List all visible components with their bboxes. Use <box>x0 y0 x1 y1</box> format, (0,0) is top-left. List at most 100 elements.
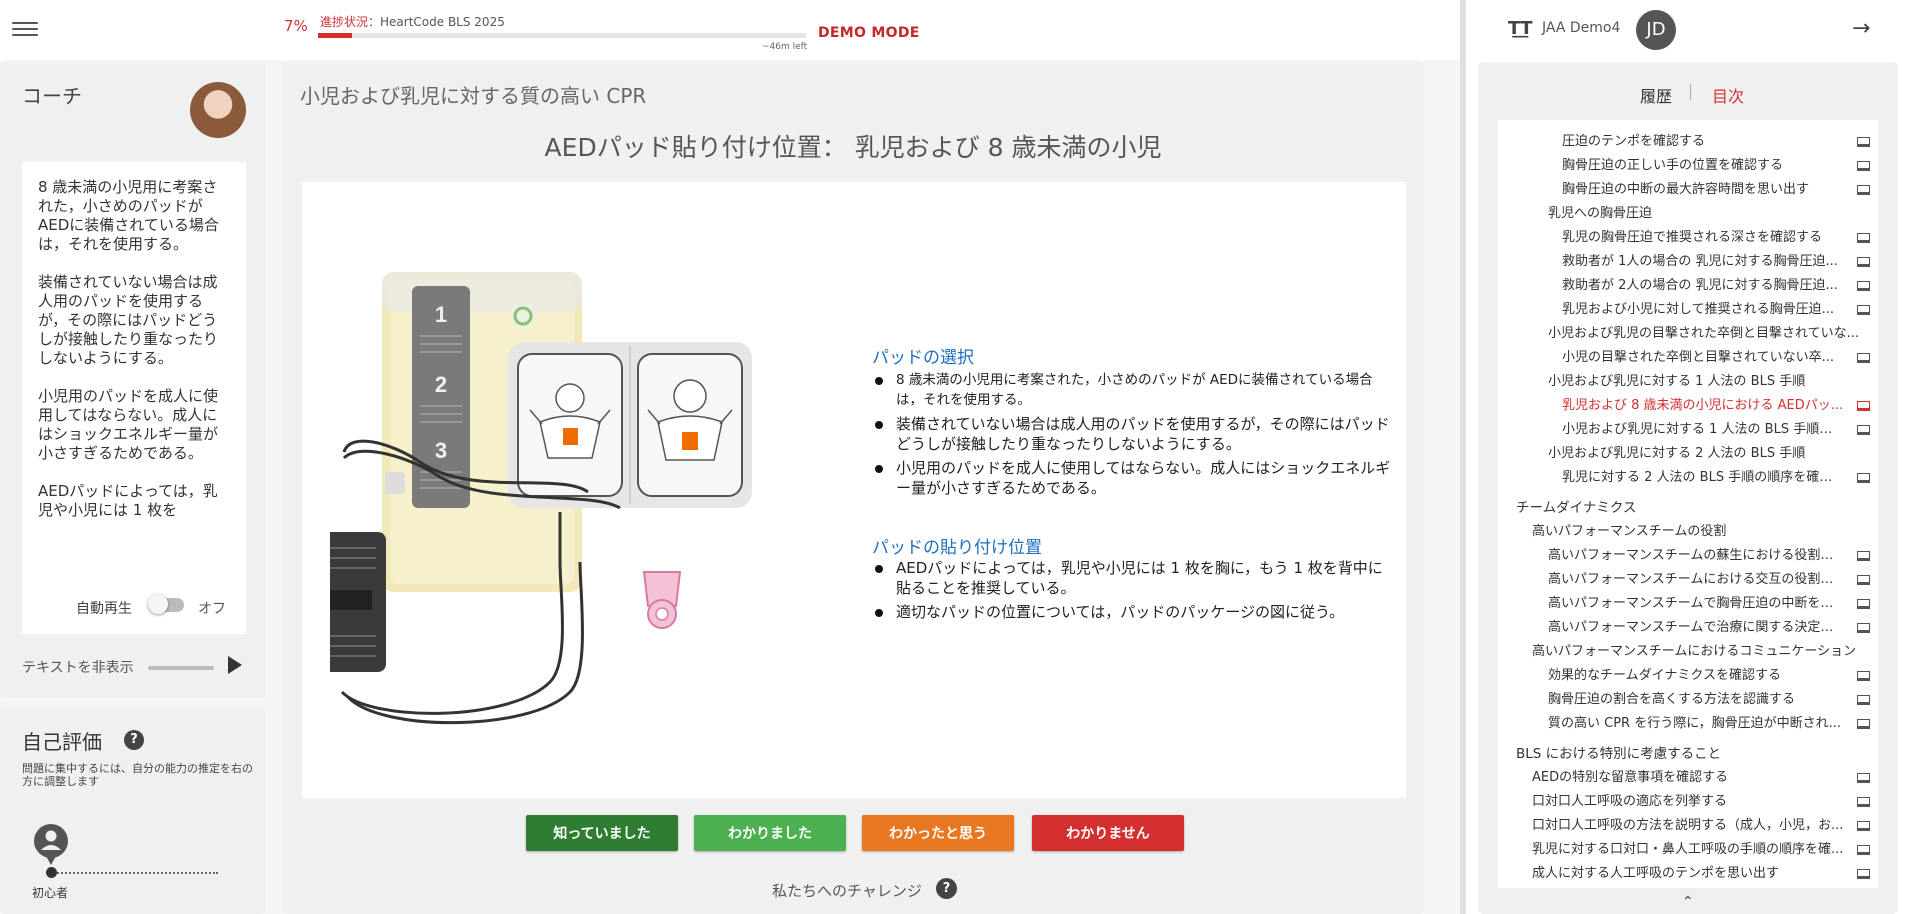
toc-item[interactable]: 圧迫のテンポを確認する <box>1562 130 1844 154</box>
toc-item[interactable]: チームダイナミクス <box>1516 496 1868 520</box>
toc-item-label: 高いパフォーマンスチームにおけるコミュニケーション <box>1532 644 1857 659</box>
toc-item[interactable]: 小児および乳児に対する 1 人法の BLS 手順 <box>1548 370 1868 394</box>
bullet-item: 適切なパッドの位置については，パッドのパッケージの図に従う。 <box>874 602 1394 622</box>
toc-item[interactable]: 口対口人工呼吸の適応を列挙する <box>1532 790 1844 814</box>
help-icon[interactable]: ? <box>124 730 144 750</box>
toc-item[interactable]: 乳児の胸骨圧迫で推奨される深さを確認する <box>1562 226 1844 250</box>
toc-item-label: 口対口人工呼吸の方法を説明する（成人，小児，お... <box>1532 818 1844 833</box>
toc-item[interactable]: 高いパフォーマンスチームで治療に関する決定を... <box>1548 616 1844 640</box>
hamburger-menu-icon[interactable] <box>12 18 38 40</box>
bullet-item: 小児用のパッドを成人に使用してはならない。成人にはショックエネルギー量が小さすぎ… <box>874 458 1394 498</box>
laptop-icon <box>1857 695 1870 705</box>
bullet-item: 8 歳未満の小児用に考案された，小さめのパッドが AEDに装備されている場合は，… <box>874 370 1394 410</box>
laptop-icon <box>1857 821 1870 831</box>
step-number: 1 <box>435 302 447 327</box>
got-it-button[interactable]: わかりました <box>694 815 846 851</box>
toc-item[interactable]: 高いパフォーマンスチームで胸骨圧迫の中断を記... <box>1548 592 1844 616</box>
toc-item-label: チームダイナミクス <box>1516 500 1637 516</box>
progress-course-name: ：HeartCode BLS 2025 <box>368 15 505 29</box>
toc-item-label: 救助者が 2人の場合の 乳児に対する胸骨圧迫... <box>1562 278 1838 293</box>
toc-item-label: 乳児への胸骨圧迫 <box>1548 206 1653 221</box>
toc-item[interactable]: 小児および乳児に対する 1 人法の BLS 手順に... <box>1562 418 1844 442</box>
progress-bar-fill <box>318 33 353 38</box>
user-avatar[interactable]: JD <box>1636 10 1676 50</box>
bullet-item: 装備されていない場合は成人用のパッドを使用するが，その際にはパッドどうしが接触し… <box>874 414 1394 454</box>
scroll-up-icon[interactable]: ⌃ <box>1682 894 1694 910</box>
challenge-link[interactable]: 私たちへのチャレンジ <box>772 880 922 901</box>
tab-history[interactable]: 履歴 <box>1640 83 1672 107</box>
font-size-icon[interactable]: T͟T <box>1508 18 1533 39</box>
skill-level-slider-thumb[interactable] <box>46 867 57 878</box>
toc-item[interactable]: 乳児および 8 歳未満の小児における AEDパッ... <box>1562 394 1844 418</box>
skill-level-slider[interactable] <box>50 872 218 874</box>
toc-item[interactable]: 乳児に対する口対口・鼻人工呼吸の手順の順序を確... <box>1532 838 1844 862</box>
autoplay-toggle-knob[interactable] <box>148 594 168 614</box>
toc-item[interactable]: 効果的なチームダイナミクスを確認する <box>1548 664 1844 688</box>
toc-item[interactable]: 高いパフォーマンスチームの蘇生における役割の... <box>1548 544 1844 568</box>
laptop-icon <box>1857 401 1870 411</box>
tab-toc[interactable]: 目次 <box>1712 83 1744 107</box>
toc-item-label: 効果的なチームダイナミクスを確認する <box>1548 668 1781 683</box>
laptop-icon <box>1857 845 1870 855</box>
toc-item[interactable]: 胸骨圧迫の中断の最大許容時間を思い出す <box>1562 178 1844 202</box>
toc-item[interactable]: 乳児および小児に対して推奨される胸骨圧迫... <box>1562 298 1844 322</box>
laptop-icon <box>1857 575 1870 585</box>
toc-item-label: 口対口人工呼吸の適応を列挙する <box>1532 794 1728 809</box>
toc-item-label: 成人に対する人工呼吸のテンポを思い出す <box>1532 866 1780 881</box>
self-assessment-title: 自己評価 <box>22 730 102 754</box>
audio-progress-slider[interactable] <box>148 666 214 670</box>
toc-item[interactable]: 救助者が 1人の場合の 乳児に対する胸骨圧迫... <box>1562 250 1844 274</box>
laptop-icon <box>1857 551 1870 561</box>
toc-item[interactable]: 乳児に対する 2 人法の BLS 手順の順序を確認... <box>1562 466 1844 490</box>
toc-item[interactable]: 質の高い CPR を行う際に，胸骨圧迫が中断され... <box>1548 712 1844 736</box>
toc-item-label: 胸骨圧迫の中断の最大許容時間を思い出す <box>1562 182 1810 197</box>
step-number: 2 <box>435 372 447 397</box>
toc-item-label: BLS における特別に考慮すること <box>1516 746 1722 762</box>
toc-item-label: 高いパフォーマンスチームで胸骨圧迫の中断を記... <box>1548 596 1844 611</box>
toc-item[interactable]: 高いパフォーマンスチームにおける交互の役割を... <box>1548 568 1844 592</box>
coach-paragraph: AEDパッドによっては，乳児や小児には 1 枚を <box>38 482 218 519</box>
toc-item[interactable]: 救助者が 2人の場合の 乳児に対する胸骨圧迫... <box>1562 274 1844 298</box>
help-icon[interactable]: ? <box>936 878 957 899</box>
coach-transcript[interactable]: 8 歳未満の小児用に考案された，小さめのパッドがAEDに装備されている場合は，そ… <box>38 178 222 576</box>
toc-item[interactable]: 小児の目撃された卒倒と目撃されていない卒... <box>1562 346 1844 370</box>
toc-item[interactable]: 胸骨圧迫の正しい手の位置を確認する <box>1562 154 1844 178</box>
toc-item-label: 質の高い CPR を行う際に，胸骨圧迫が中断され... <box>1548 716 1841 731</box>
toc-item[interactable]: 高いパフォーマンスチームにおけるコミュニケーション <box>1532 640 1868 664</box>
toc-item[interactable]: 口対口人工呼吸の方法を説明する（成人，小児，お... <box>1532 814 1844 838</box>
autoplay-label: 自動再生 <box>76 601 132 617</box>
knew-it-button[interactable]: 知っていました <box>526 815 678 851</box>
person-pin-icon <box>34 824 68 865</box>
dont-know-button[interactable]: わかりません <box>1032 815 1184 851</box>
toc-item-label: 小児の目撃された卒倒と目撃されていない卒... <box>1562 350 1835 365</box>
toc-item-label: 小児および乳児に対する 1 人法の BLS 手順に... <box>1562 422 1844 437</box>
coach-paragraph: 装備されていない場合は成人用のパッドを使用するが，その際にはパッドどうしが接触し… <box>38 273 219 367</box>
toc-item[interactable]: 成人に対する人工呼吸のテンポを思い出す <box>1532 862 1844 886</box>
laptop-icon <box>1857 425 1870 435</box>
laptop-icon <box>1857 353 1870 363</box>
step-number: 3 <box>435 438 447 463</box>
coach-paragraph: 小児用のパッドを成人に使用してはならない。成人にはショックエネルギー量が小さすぎ… <box>38 387 219 462</box>
think-so-button[interactable]: わかったと思う <box>862 815 1014 851</box>
toc-item[interactable]: 小児および乳児の目撃された卒倒と目撃されていな... <box>1548 322 1868 346</box>
toc-item[interactable]: BLS における特別に考慮すること <box>1516 742 1868 766</box>
laptop-icon <box>1857 281 1870 291</box>
toc-item[interactable]: 乳児への胸骨圧迫 <box>1548 202 1868 226</box>
toc-item[interactable]: AEDの特別な留意事項を確認する <box>1532 766 1844 790</box>
toc-item-label: 高いパフォーマンスチームで治療に関する決定を... <box>1548 620 1844 635</box>
toc-item-label: 乳児に対する口対口・鼻人工呼吸の手順の順序を確... <box>1532 842 1844 857</box>
toc-item-label: 乳児および小児に対して推奨される胸骨圧迫... <box>1562 302 1835 317</box>
laptop-icon <box>1857 869 1870 879</box>
toc-item[interactable]: 小児および乳児に対する 2 人法の BLS 手順 <box>1548 442 1868 466</box>
hide-text-button[interactable]: テキストを非表示 <box>22 657 134 677</box>
skill-level-label: 初心者 <box>32 886 69 900</box>
toc-item-label: 高いパフォーマンスチームの役割 <box>1532 524 1727 539</box>
course-title: 小児および乳児に対する質の高い CPR <box>300 84 647 108</box>
toc-item[interactable]: 胸骨圧迫の割合を高くする方法を認識する <box>1548 688 1844 712</box>
play-icon[interactable] <box>228 656 242 674</box>
toc-item-label: 乳児および 8 歳未満の小児における AEDパッ... <box>1562 398 1844 413</box>
laptop-icon <box>1857 473 1870 483</box>
toc-list[interactable]: 圧迫のテンポを確認する 胸骨圧迫の正しい手の位置を確認する胸骨圧迫の中断の最大許容… <box>1498 120 1878 888</box>
exit-arrow-icon[interactable]: → <box>1852 16 1870 41</box>
toc-item[interactable]: 高いパフォーマンスチームの役割 <box>1532 520 1868 544</box>
